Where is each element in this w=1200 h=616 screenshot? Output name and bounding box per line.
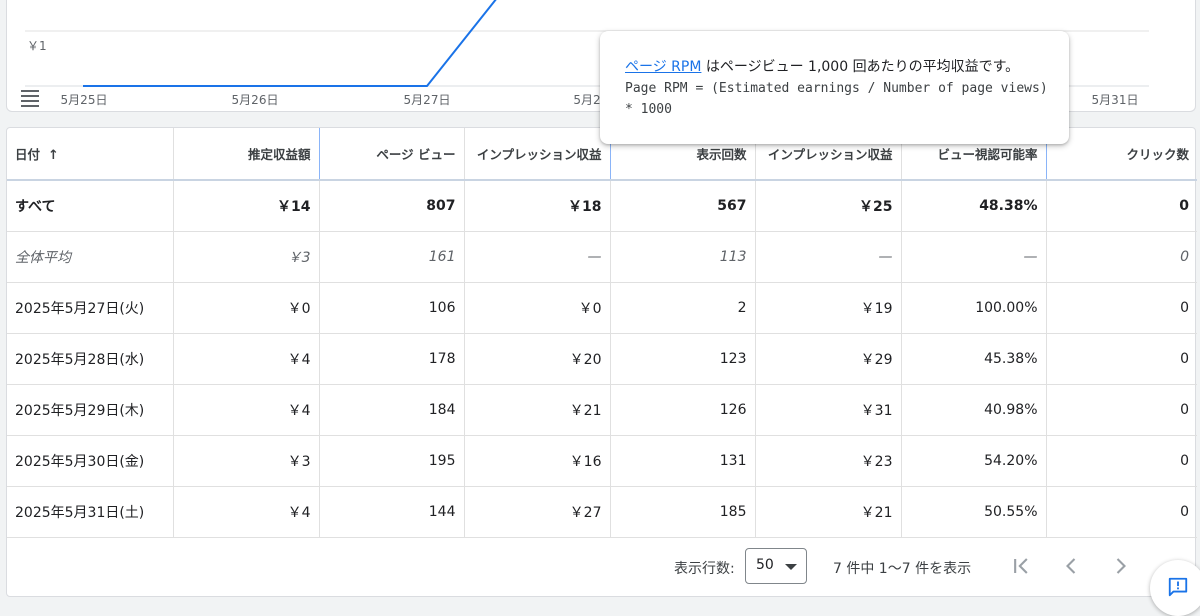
table-cell: 2025年5月27日(火) (7, 282, 174, 334)
table-cell: 2025年5月30日(金) (7, 435, 174, 487)
table-cell: 195 (319, 435, 465, 487)
table-cell: 131 (610, 435, 756, 487)
table-cell: 0 (1046, 282, 1197, 334)
table-cell: ￥0 (464, 282, 611, 334)
table-row-average: 全体平均 ￥3 161 — 113 — — 0 (7, 231, 1197, 283)
table-cell: すべて (7, 180, 174, 232)
table-cell: 2025年5月29日(木) (7, 384, 174, 436)
table-cell: ￥18 (464, 180, 611, 232)
rows-per-page-label: 表示行数: (674, 561, 735, 577)
tooltip-description: はページビュー 1,000 回あたりの平均収益です。 (701, 59, 1020, 75)
table-cell: 40.98% (901, 384, 1047, 436)
table-cell: — (755, 231, 902, 283)
table-row: 2025年5月27日(火) ￥0 106 ￥0 2 ￥19 100.00% 0 (7, 282, 1197, 334)
table-row: 2025年5月30日(金) ￥3 195 ￥16 131 ￥23 54.20% … (7, 435, 1197, 487)
tooltip-formula-line1: Page RPM = (Estimated earnings / Number … (625, 81, 1048, 96)
table-row-total: すべて ￥14 807 ￥18 567 ￥25 48.38% 0 (7, 180, 1197, 232)
table-cell: ￥4 (173, 333, 320, 385)
table-row: 2025年5月31日(土) ￥4 144 ￥27 185 ￥21 50.55% … (7, 486, 1197, 538)
next-page-icon[interactable] (1107, 552, 1135, 580)
sort-ascending-icon: ↑ (48, 148, 59, 163)
table-cell: ￥0 (173, 282, 320, 334)
rows-per-page-select[interactable]: 50 (745, 548, 807, 584)
table-cell: 50.55% (901, 486, 1047, 538)
table-cell: 100.00% (901, 282, 1047, 334)
table-cell: 178 (319, 333, 465, 385)
table-cell: 184 (319, 384, 465, 436)
feedback-icon (1168, 577, 1188, 597)
table-cell: ￥3 (173, 231, 320, 283)
table-cell: 0 (1046, 180, 1197, 232)
feedback-button[interactable] (1150, 560, 1200, 616)
pagination-range: 7 件中 1〜7 件を表示 (833, 561, 972, 577)
table-footer: 表示行数: 50 7 件中 1〜7 件を表示 (7, 538, 1197, 596)
table-cell: 0 (1046, 384, 1197, 436)
table-cell: 45.38% (901, 333, 1047, 385)
rpm-tooltip: ページ RPM はページビュー 1,000 回あたりの平均収益です。 Page … (600, 31, 1069, 144)
table-cell: ￥25 (755, 180, 902, 232)
table-cell: ￥14 (173, 180, 320, 232)
table-cell: 2025年5月31日(土) (7, 486, 174, 538)
first-page-icon[interactable] (1007, 552, 1035, 580)
x-tick-label: 5月25日 (60, 93, 108, 107)
table-cell: ￥21 (464, 384, 611, 436)
table-cell: ￥20 (464, 333, 611, 385)
x-tick-label: 5月31日 (1091, 93, 1139, 107)
table-cell: ￥29 (755, 333, 902, 385)
table-cell: — (464, 231, 611, 283)
table-cell: 185 (610, 486, 756, 538)
prev-page-icon[interactable] (1057, 552, 1085, 580)
series-line (83, 0, 497, 87)
table-cell: 2 (610, 282, 756, 334)
table-row: 2025年5月29日(木) ￥4 184 ￥21 126 ￥31 40.98% … (7, 384, 1197, 436)
table-cell: 48.38% (901, 180, 1047, 232)
table-cell: ￥4 (173, 384, 320, 436)
table-cell: 0 (1046, 435, 1197, 487)
table-cell: 144 (319, 486, 465, 538)
col-header-estimated-earnings[interactable]: 推定収益額 (172, 128, 320, 181)
table-cell: ￥4 (173, 486, 320, 538)
table-cell: 113 (610, 231, 756, 283)
table-cell: ￥3 (173, 435, 320, 487)
table-cell: 123 (610, 333, 756, 385)
table-cell: ￥16 (464, 435, 611, 487)
table-cell: ￥31 (755, 384, 902, 436)
table-row: 2025年5月28日(水) ￥4 178 ￥20 123 ￥29 45.38% … (7, 333, 1197, 385)
table-cell: 567 (610, 180, 756, 232)
table-cell: — (901, 231, 1047, 283)
y-tick-label: ￥1 (27, 39, 47, 53)
col-header-impression-revenue[interactable]: インプレッション収益 (463, 128, 611, 181)
table-cell: 0 (1046, 333, 1197, 385)
table-cell: 161 (319, 231, 465, 283)
col-header-date[interactable]: 日付 ↑ (7, 128, 174, 181)
x-tick-label: 5月2 (573, 93, 601, 107)
table-cell: 106 (319, 282, 465, 334)
table-cell: ￥21 (755, 486, 902, 538)
x-tick-label: 5月26日 (231, 93, 279, 107)
table-cell: 全体平均 (7, 231, 174, 283)
x-tick-label: 5月27日 (403, 93, 451, 107)
tooltip-formula-line2: * 1000 (625, 102, 672, 117)
col-header-page-views[interactable]: ページ ビュー (319, 128, 465, 181)
table-cell: 126 (610, 384, 756, 436)
report-table-card: 日付 ↑ 推定収益額 ページ ビュー インプレッション収益 表示回数 インプレッシ… (6, 127, 1197, 597)
rows-per-page-value: 50 (756, 557, 774, 573)
table-cell: 807 (319, 180, 465, 232)
page-rpm-link[interactable]: ページ RPM (625, 59, 701, 75)
table-cell: 54.20% (901, 435, 1047, 487)
table-cell: ￥19 (755, 282, 902, 334)
report-table: 日付 ↑ 推定収益額 ページ ビュー インプレッション収益 表示回数 インプレッシ… (7, 128, 1197, 538)
table-cell: ￥27 (464, 486, 611, 538)
table-cell: 0 (1046, 486, 1197, 538)
dropdown-caret-icon (785, 564, 797, 570)
table-cell: ￥23 (755, 435, 902, 487)
chart-menu-icon[interactable] (21, 90, 39, 107)
table-cell: 2025年5月28日(水) (7, 333, 174, 385)
table-cell: 0 (1046, 231, 1197, 283)
